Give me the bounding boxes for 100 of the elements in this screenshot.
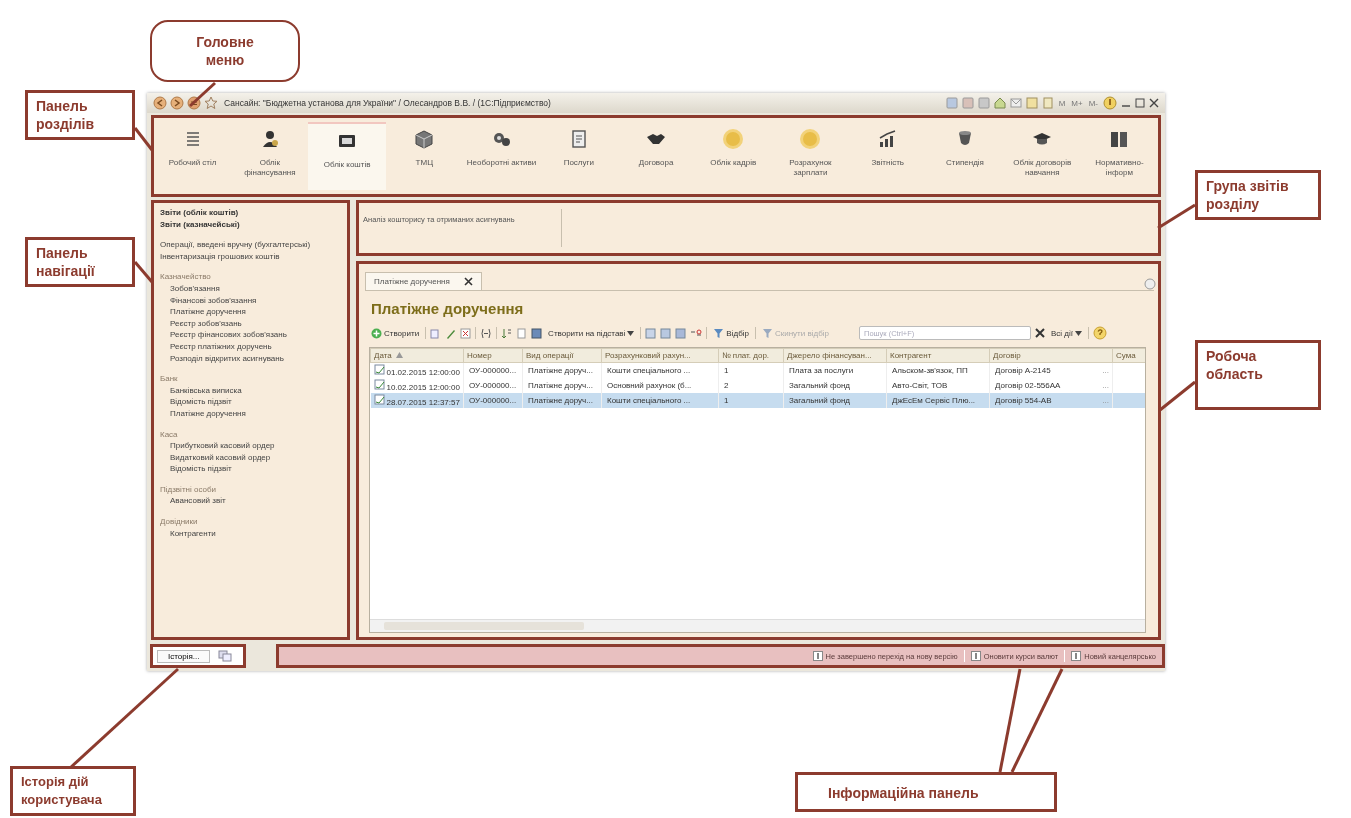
nav-link[interactable]: Реєстр платіжних доручень xyxy=(160,340,341,353)
filter-button[interactable]: Відбір xyxy=(711,326,751,340)
nav-link[interactable]: Відомість підзвіт xyxy=(160,463,341,475)
table-cell: ОУ-000000... xyxy=(469,366,517,375)
column-header[interactable]: Розрахунковий рахун... xyxy=(601,348,719,363)
info-icon xyxy=(1071,651,1082,661)
link-icon[interactable] xyxy=(690,327,703,339)
info-icon xyxy=(812,651,823,661)
nav-link[interactable]: Реєстр зобов'язань xyxy=(160,317,341,330)
nav-link[interactable]: Розподіл відкритих асигнувань xyxy=(160,352,341,365)
help-icon[interactable] xyxy=(1093,326,1107,340)
nav-link[interactable]: Контрагенти xyxy=(160,527,341,540)
table-cell: 2 xyxy=(724,381,729,390)
section-button[interactable]: Облік коштів xyxy=(308,122,386,190)
callout-label: Панель навігації xyxy=(25,237,135,287)
table-cell: Плата за послуги xyxy=(789,366,854,375)
document-tab[interactable]: Платіжне доручення xyxy=(365,272,482,290)
table-cell: 1 xyxy=(724,396,729,405)
plus-icon xyxy=(371,327,382,339)
section-button[interactable]: ТМЦ xyxy=(385,122,463,190)
pencil-icon[interactable] xyxy=(445,327,457,339)
table-cell: Авто-Світ, ТОВ xyxy=(892,381,948,390)
form-title: Платіжне доручення xyxy=(371,300,524,317)
section-button[interactable]: Розрахунок зарплати xyxy=(771,122,850,190)
table-row[interactable]: 28.07.2015 12:37:57 ОУ-000000... Платіжне доруч... Кошти спеціального ... 1 Загальний фонд ДжЕсЕм Сервіс Плю... Договір 554-АВ ... xyxy=(370,393,1145,408)
all-actions-button[interactable]: Всі дії xyxy=(1049,327,1084,339)
history-button[interactable]: Історія... xyxy=(157,649,211,663)
create-button[interactable]: Створити xyxy=(369,326,422,340)
section-button[interactable]: Облік кадрів xyxy=(694,122,772,190)
nav-link[interactable]: Видатковий касовий ордер xyxy=(160,451,341,464)
nav-link[interactable]: Звіти (облік коштів) xyxy=(160,207,341,219)
table-cell: Платіжне доруч... xyxy=(528,366,593,375)
section-button[interactable]: Стипендія xyxy=(926,122,1004,190)
leader-line xyxy=(189,81,216,108)
column-header[interactable]: Сума xyxy=(1112,348,1145,363)
section-button[interactable]: Договора xyxy=(617,122,695,190)
close-icon[interactable] xyxy=(1149,97,1159,109)
memory-button[interactable]: M+ xyxy=(1070,98,1084,108)
nav-link[interactable]: Прибутковий касовий ордер xyxy=(160,440,341,452)
home-icon[interactable] xyxy=(993,97,1006,109)
nav-link[interactable]: Інвентаризація грошових коштів xyxy=(160,250,341,263)
nav-link[interactable]: Операції, введені вручну (бухгалтерські) xyxy=(160,239,341,251)
table-cell: 01.02.2015 12:00:00 xyxy=(386,368,460,377)
section-button[interactable]: Послуги xyxy=(540,122,618,190)
star-icon[interactable] xyxy=(204,96,218,110)
clear-icon[interactable] xyxy=(1035,328,1045,338)
info-icon[interactable] xyxy=(1103,96,1117,110)
column-header[interactable]: Номер xyxy=(463,348,523,363)
nav-group-title: Довідники xyxy=(160,516,199,528)
funnel-icon xyxy=(761,327,773,339)
create-based-on-button[interactable]: Створити на підставі xyxy=(546,327,637,339)
maximize-icon[interactable] xyxy=(1135,97,1145,109)
back-icon[interactable] xyxy=(153,96,167,110)
sort-icon[interactable] xyxy=(501,327,513,339)
choose-button[interactable]: ... xyxy=(1102,366,1109,375)
nav-group-title: Казначейство xyxy=(160,271,212,283)
coin-icon xyxy=(799,128,822,150)
sort-ascending-icon xyxy=(395,352,403,358)
column-header[interactable]: Контрагент xyxy=(886,348,990,363)
memory-button[interactable]: M- xyxy=(1087,98,1099,108)
choose-button[interactable]: ... xyxy=(1102,381,1109,390)
collapse-icon[interactable] xyxy=(1144,278,1156,290)
column-header[interactable]: № плат. дор. xyxy=(718,348,784,363)
section-button[interactable]: Звітність xyxy=(849,122,927,190)
memory-button[interactable]: M xyxy=(1057,98,1067,108)
table-cell: Загальний фонд xyxy=(789,381,850,390)
column-header[interactable]: Вид операції xyxy=(522,348,602,363)
nav-link[interactable]: Фінансові зобов'язання xyxy=(160,294,341,307)
column-header[interactable]: Дата xyxy=(370,348,464,363)
table-row[interactable]: 01.02.2015 12:00:00 ОУ-000000... Платіжне доруч... Кошти спеціального ... 1 Плата за послуги Альском-зв'язок, ПП Договір А-2145 ... xyxy=(370,362,1145,378)
section-button[interactable]: Необоротні активи xyxy=(462,122,541,190)
section-button[interactable]: Облік фінансування xyxy=(231,122,309,190)
section-button[interactable]: Нормативно-інформ xyxy=(1080,122,1159,190)
column-header[interactable]: Договір xyxy=(989,348,1113,363)
nav-link[interactable]: Платіжне доручення xyxy=(160,407,341,420)
nav-link[interactable]: Звіти (казначейські) xyxy=(160,218,341,231)
section-button[interactable]: Облік договорів навчання xyxy=(1003,122,1081,190)
delete-icon[interactable] xyxy=(460,327,472,339)
menu-icon[interactable] xyxy=(187,96,201,110)
copy-icon[interactable] xyxy=(430,327,442,339)
nav-link[interactable]: Зобов'язання xyxy=(160,282,341,295)
section-button[interactable]: Робочий стіл xyxy=(154,122,232,190)
cube-icon xyxy=(413,128,436,150)
column-header[interactable]: Джерело фінансуван... xyxy=(783,348,887,363)
window-title: Сансайн: "Бюджетна установа для України" / Олесандров В.В. / (1С:Підприємство) xyxy=(224,98,552,108)
windows-icon[interactable] xyxy=(218,650,233,662)
nav-link[interactable]: Платіжне доручення xyxy=(160,306,341,318)
horizontal-scrollbar[interactable] xyxy=(370,619,1145,632)
brackets-icon[interactable] xyxy=(480,327,493,339)
nav-link[interactable]: Реєстр фінансових зобов'язань xyxy=(160,329,341,341)
close-icon[interactable] xyxy=(463,277,473,286)
nav-link[interactable]: Авансовий звіт xyxy=(160,495,341,508)
forward-icon[interactable] xyxy=(170,96,184,110)
nav-link[interactable]: Відомість підзвіт xyxy=(160,396,341,408)
info-icon xyxy=(970,651,981,661)
mail-icon[interactable] xyxy=(1009,97,1022,109)
nav-link[interactable]: Банківська виписка xyxy=(160,384,341,397)
table-cell: 28.07.2015 12:37:57 xyxy=(386,398,460,407)
table-cell: Договір А-2145 xyxy=(995,366,1051,375)
table-cell: Загальний фонд xyxy=(789,396,850,405)
